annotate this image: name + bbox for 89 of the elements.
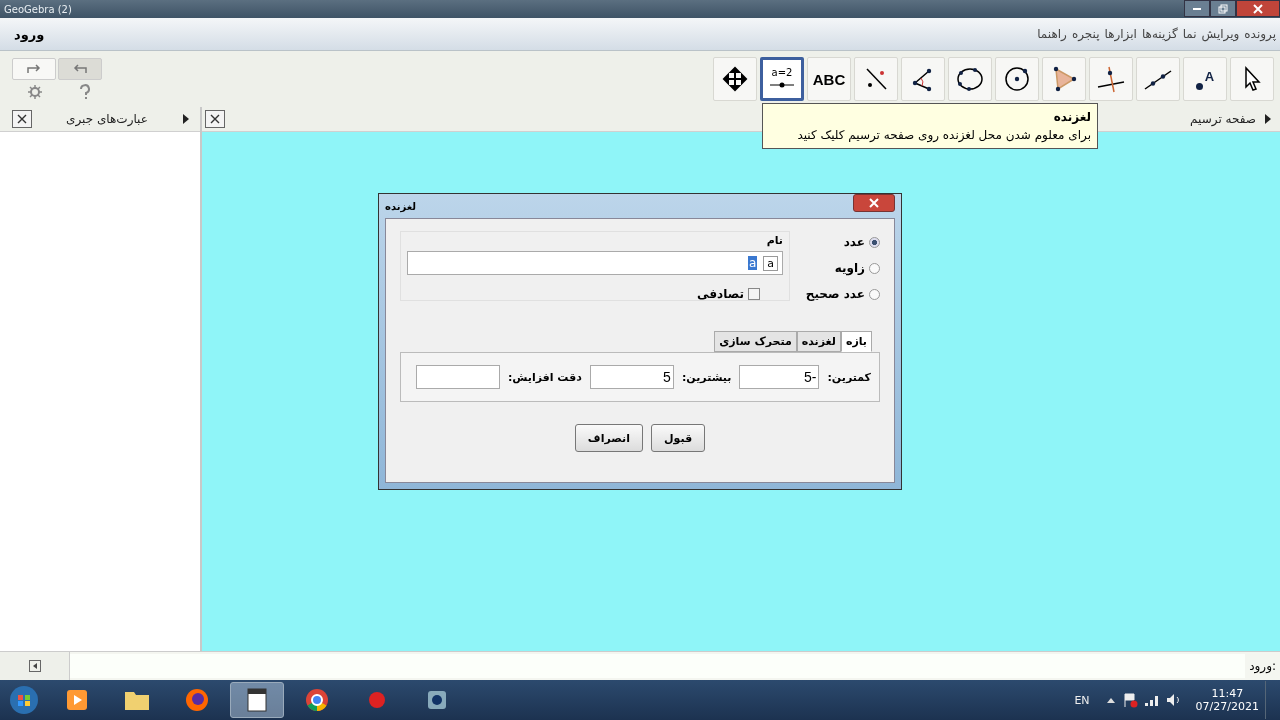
tool-button[interactable] [1042,57,1086,101]
number-field[interactable]: -5 [739,365,820,389]
tool-button[interactable] [1230,57,1274,101]
text-tool-label: ABC [812,70,846,88]
redo-icon [25,63,43,75]
tool-button[interactable] [854,57,898,101]
panel-title: عبارت‌های جبری [66,112,148,126]
redo-button[interactable] [12,58,56,80]
input-help-button[interactable] [0,652,70,680]
tool-button[interactable] [901,57,945,101]
tool-button[interactable]: a=2 [760,57,804,101]
play-icon [65,688,89,712]
panel-title: صفحه ترسیم [1190,112,1256,126]
name-value: a [747,256,758,270]
input-field[interactable] [70,654,1246,678]
field-label: کمترین: [827,370,871,384]
radio-button[interactable] [869,262,880,274]
fox-globe-icon [184,687,210,713]
tooltip-title: لغزنده [1052,110,1091,124]
language-indicator[interactable]: EN [1074,693,1090,707]
radio-button[interactable] [869,236,880,248]
symbol-button[interactable]: a [763,255,778,271]
close-button[interactable] [1236,0,1280,17]
close-panel-button[interactable] [205,110,225,128]
checkbox-label[interactable]: تصادفی [697,287,744,301]
menu-item[interactable]: پرونده [1244,27,1276,41]
volume-icon[interactable] [1165,693,1182,707]
settings-icon[interactable] [27,84,43,100]
input-label: ورود: [1248,659,1277,673]
close-icon [210,114,220,124]
ellipse-points-icon [955,65,985,93]
radio-label[interactable]: عدد [843,235,865,249]
maximize-button[interactable] [1210,0,1236,17]
dialog-button[interactable]: قبول [651,424,706,452]
tool-button[interactable]: A [1183,57,1227,101]
radio-button[interactable] [869,288,880,300]
help-icon[interactable] [79,84,91,100]
tooltip-text: برای معلوم شدن محل لغزنده روی صفحه ترسیم کلیک کنید [796,128,1091,142]
menu-item[interactable]: گزینه‌ها [1141,27,1178,41]
perpendicular-lines-icon [1096,65,1126,93]
tool-button[interactable] [1089,57,1133,101]
number-field[interactable] [415,365,500,389]
restore-icon [1218,3,1228,14]
login-link[interactable]: ورود [14,26,45,42]
tool-button[interactable] [1136,57,1180,101]
window-title: GeoGebra (2) [4,3,72,15]
menu-item[interactable]: پنجره [1071,27,1100,41]
clock-date: 07/27/2021 [1195,700,1259,713]
browser-icon [304,687,330,713]
name-label: نام [766,234,783,247]
close-icon [1253,3,1263,14]
signal-icon[interactable] [1143,693,1160,707]
close-icon [17,114,27,124]
field-label: دقت افزایش: [507,370,582,384]
dialog-button[interactable]: انصراف [574,424,643,452]
tool-button[interactable] [995,57,1039,101]
menu-item[interactable]: نما [1182,27,1197,41]
undo-icon [71,63,89,75]
expand-arrow-icon[interactable] [1264,114,1272,124]
number-field[interactable]: 5 [589,365,674,389]
minimize-button[interactable] [1184,0,1210,17]
close-button[interactable] [853,194,895,212]
name-field[interactable]: a a [407,251,783,275]
document-icon [246,687,268,713]
radio-label[interactable]: عدد صحیح [805,287,865,301]
flag-warning-icon[interactable] [1121,692,1138,708]
taskbar-app[interactable] [230,682,284,718]
dialog-title: لغزنده [385,200,417,212]
start-orb-icon [9,685,39,715]
tab[interactable]: لغزنده [796,331,841,352]
circle-center-icon [1003,65,1031,93]
webcam-icon [425,688,449,712]
close-icon [869,198,879,208]
menu-item[interactable]: ویرایش [1201,27,1240,41]
tab[interactable]: متحرک سازی [714,331,797,352]
menu-item[interactable]: راهنما [1037,27,1067,41]
tool-button[interactable] [713,57,757,101]
tool-button[interactable]: ABC [807,57,851,101]
clock-time: 11:47 [1211,687,1244,700]
radio-label[interactable]: زاویه [834,261,865,275]
checkbox[interactable] [748,288,760,300]
expand-arrow-icon[interactable] [182,114,190,124]
field-label: بیشترین: [681,370,732,384]
menu-item[interactable]: ابزارها [1104,27,1137,41]
tray-expand-icon[interactable] [1105,696,1116,704]
tab[interactable]: بازه [840,331,872,352]
minimize-icon [1193,7,1201,10]
close-panel-button[interactable] [12,110,32,128]
tool-button[interactable] [948,57,992,101]
